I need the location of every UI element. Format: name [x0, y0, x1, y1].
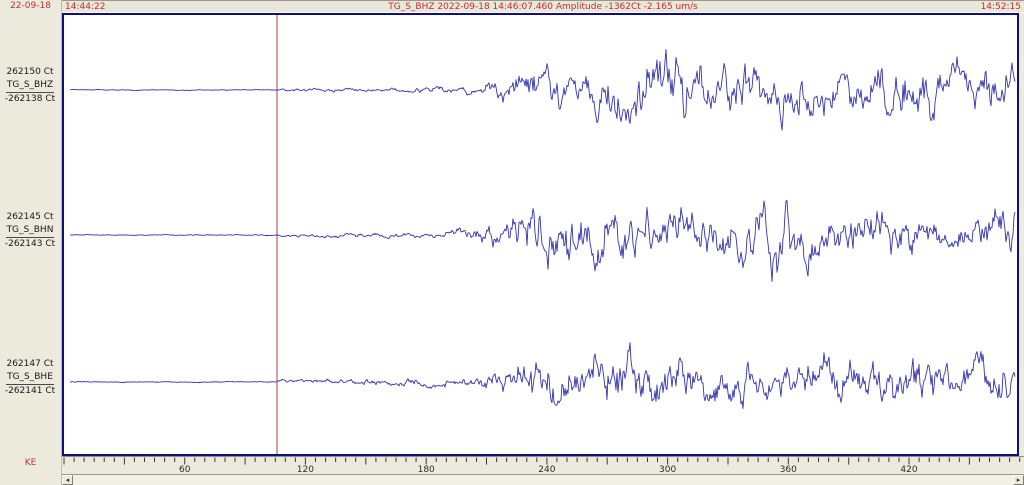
- time-ruler: 60 120 180 240 300 360 420: [62, 456, 1024, 474]
- ruler-label-360: 360: [780, 465, 797, 474]
- window-start-time: 14:44:22: [62, 2, 105, 12]
- trace-waveform-tg_s_bhn: [70, 201, 1015, 282]
- record-date: 22-09-18: [0, 1, 61, 11]
- ruler-label-300: 300: [659, 465, 676, 474]
- ruler-label-60: 60: [179, 465, 191, 474]
- trace-channel-name[interactable]: TG_S_BHZ: [6, 79, 54, 93]
- trace-channel-name[interactable]: TG_S_BHN: [6, 224, 55, 238]
- seismogram-plot[interactable]: [62, 13, 1019, 456]
- time-ruler-ticks: 60 120 180 240 300 360 420: [62, 457, 1022, 474]
- waveform-canvas[interactable]: [64, 15, 1017, 454]
- ruler-tick-marks: [64, 458, 1020, 465]
- ruler-label-240: 240: [538, 465, 555, 474]
- ruler-label-120: 120: [297, 465, 314, 474]
- ruler-label-420: 420: [900, 465, 917, 474]
- ruler-label-180: 180: [418, 465, 435, 474]
- trace-waveform-tg_s_bhz: [70, 50, 1015, 131]
- window-end-time: 14:52:15: [981, 2, 1024, 12]
- trace-min-counts: -262143 Ct: [0, 238, 60, 251]
- trace-min-counts: -262138 Ct: [0, 93, 60, 106]
- scrollbar-track[interactable]: [73, 475, 1013, 485]
- trace-label-bhe[interactable]: 262147 Ct TG_S_BHE -262141 Ct: [0, 358, 60, 398]
- horizontal-scrollbar[interactable]: ◂ ▸: [62, 474, 1024, 485]
- plot-header-bar: 14:44:22 TG_S_BHZ 2022-09-18 14:46:07.46…: [62, 0, 1024, 13]
- station-code: KE: [0, 458, 61, 468]
- seismograph-viewer-window: 22-09-18 262150 Ct TG_S_BHZ -262138 Ct 2…: [0, 0, 1024, 485]
- trace-info-sidebar: 22-09-18 262150 Ct TG_S_BHZ -262138 Ct 2…: [0, 0, 62, 485]
- trace-label-bhz[interactable]: 262150 Ct TG_S_BHZ -262138 Ct: [0, 66, 60, 106]
- scroll-right-button[interactable]: ▸: [1013, 475, 1024, 485]
- trace-max-counts: 262150 Ct: [0, 66, 60, 79]
- scroll-left-button[interactable]: ◂: [62, 475, 73, 485]
- trace-max-counts: 262147 Ct: [0, 358, 60, 371]
- cursor-readout-title: TG_S_BHZ 2022-09-18 14:46:07.460 Amplitu…: [105, 2, 980, 12]
- trace-max-counts: 262145 Ct: [0, 211, 60, 224]
- trace-channel-name[interactable]: TG_S_BHE: [6, 371, 54, 385]
- trace-waveform-tg_s_bhe: [70, 343, 1015, 409]
- trace-min-counts: -262141 Ct: [0, 385, 60, 398]
- trace-label-bhn[interactable]: 262145 Ct TG_S_BHN -262143 Ct: [0, 211, 60, 251]
